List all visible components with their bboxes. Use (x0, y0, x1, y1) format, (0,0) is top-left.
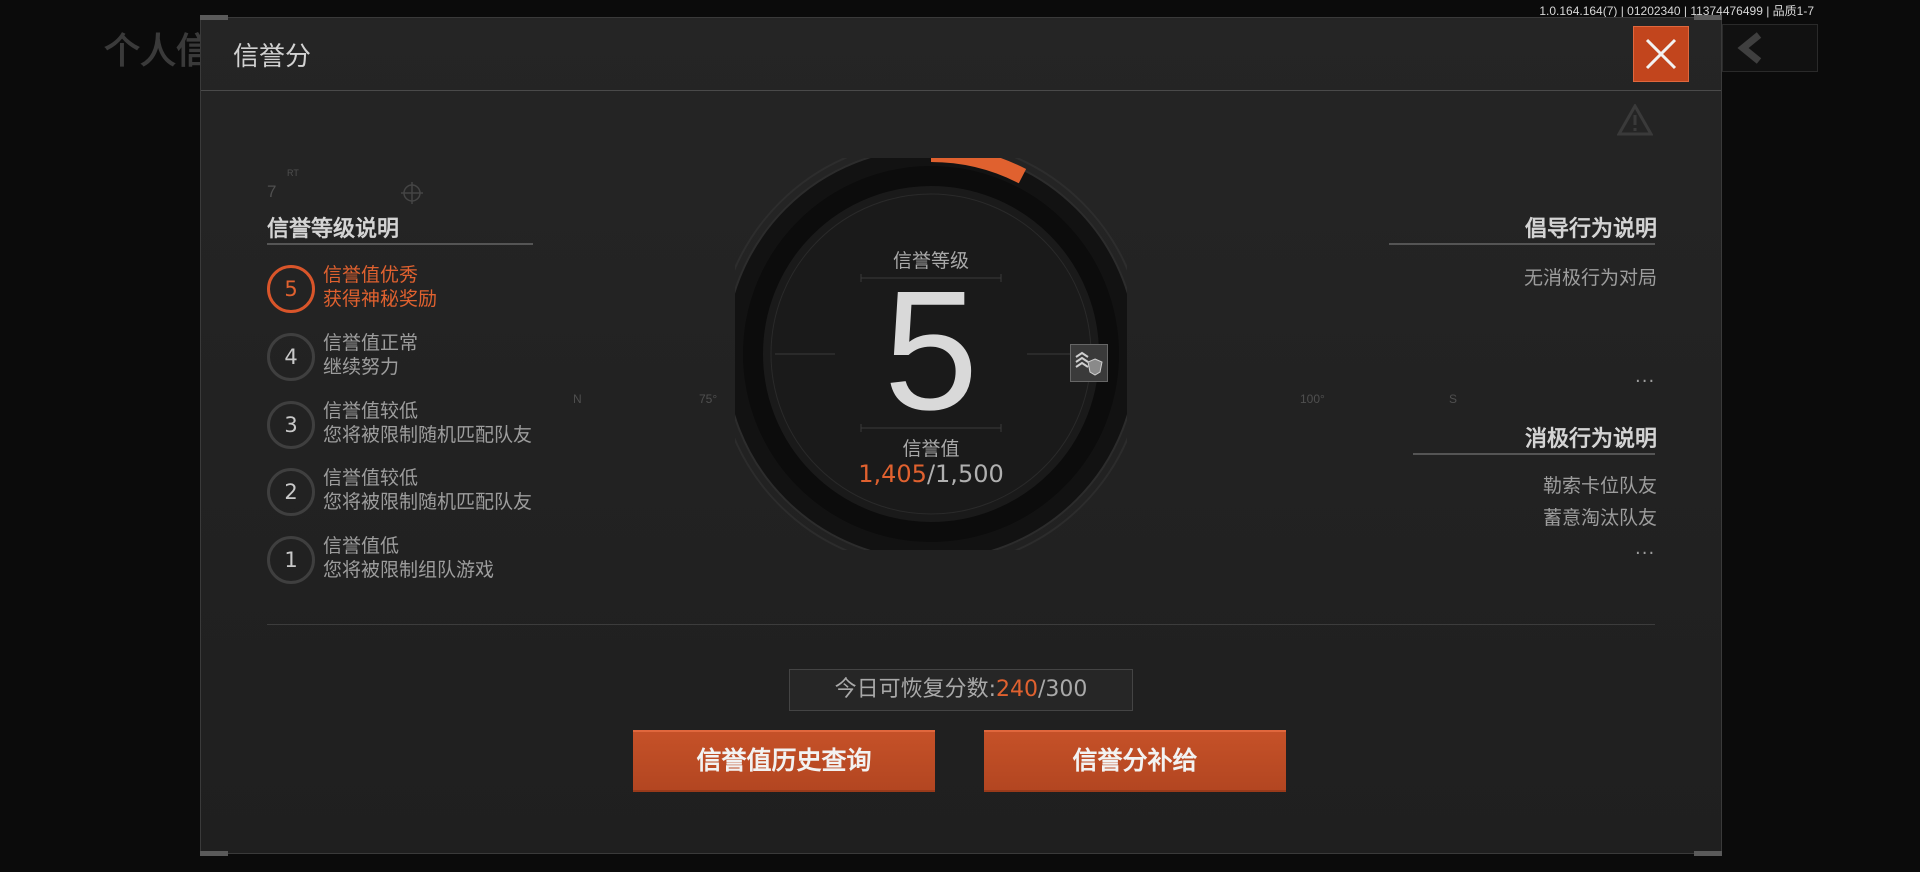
level-section-title: 信誉等级说明 (267, 217, 400, 242)
background-page-title: 个人信 (104, 31, 213, 72)
level-number-circle: 4 (267, 333, 315, 381)
credit-level-number: 5 (883, 256, 979, 446)
rank-badge-icon (1070, 344, 1108, 382)
credit-dial: 信誉等级 5 信誉值 1,405/1,500 (735, 158, 1127, 550)
chevron-left-icon (1737, 32, 1762, 64)
level-title: 信誉值正常 (323, 332, 419, 354)
credit-score-modal: 信誉分 7 RT N 75° 100° S 信誉等级说明 5 信誉值优秀 获得神… (200, 15, 1722, 856)
corner-number: 7 (267, 182, 277, 201)
credit-value-current: 1,405 (858, 460, 927, 488)
level-effect: 您将被限制随机匹配队友 (323, 491, 533, 513)
level-title: 信誉值较低 (323, 467, 419, 489)
level-description: 信誉值低 您将被限制组队游戏 (323, 534, 494, 582)
modal-header: 信誉分 (201, 18, 1721, 91)
level-number-circle: 1 (267, 536, 315, 584)
value-label: 信誉值 (902, 438, 960, 460)
level-item: 3 信誉值较低 您将被限制随机匹配队友 (267, 399, 587, 455)
level-effect: 您将被限制随机匹配队友 (323, 424, 533, 446)
recovery-current: 240 (996, 677, 1038, 702)
level-effect: 继续努力 (323, 356, 400, 378)
credit-history-button[interactable]: 信誉值历史查询 (633, 730, 935, 792)
corner-decor (200, 851, 228, 856)
level-item: 2 信誉值较低 您将被限制随机匹配队友 (267, 466, 587, 522)
level-number-circle: 5 (267, 265, 315, 313)
level-effect: 您将被限制组队游戏 (323, 559, 495, 581)
negative-section-underline (1413, 453, 1655, 455)
compass-label: 100° (1300, 392, 1325, 406)
level-description: 信誉值优秀 获得神秘奖励 (323, 263, 437, 311)
credit-supply-button[interactable]: 信誉分补给 (984, 730, 1286, 792)
crosshair-icon (401, 182, 423, 204)
positive-more[interactable]: ... (1635, 366, 1655, 387)
negative-behavior-item: 蓄意淘汰队友 (1542, 507, 1657, 529)
negative-behavior-item: 勒索卡位队友 (1542, 475, 1657, 497)
level-description: 信誉值较低 您将被限制随机匹配队友 (323, 399, 532, 447)
level-number-circle: 3 (267, 401, 315, 449)
level-title: 信誉值较低 (323, 400, 419, 422)
positive-section-underline (1389, 243, 1655, 245)
level-item: 5 信誉值优秀 获得神秘奖励 (267, 263, 587, 319)
credit-value: 1,405/1,500 (735, 460, 1127, 488)
content-divider (267, 624, 1655, 625)
positive-section-title: 倡导行为说明 (1524, 217, 1657, 242)
level-item: 1 信誉值低 您将被限制组队游戏 (267, 534, 587, 590)
level-title: 信誉值低 (323, 535, 400, 557)
level-title: 信誉值优秀 (323, 264, 419, 286)
positive-behavior-item: 无消极行为对局 (1523, 267, 1657, 289)
warning-icon (1617, 104, 1653, 136)
level-section-underline (267, 243, 533, 245)
level-description: 信誉值较低 您将被限制随机匹配队友 (323, 466, 532, 514)
recovery-label: 今日可恢复分数: (834, 677, 996, 702)
modal-title: 信誉分 (233, 42, 312, 72)
back-button[interactable] (1722, 24, 1818, 72)
negative-more[interactable]: ... (1635, 538, 1655, 559)
compass-label: 75° (699, 392, 718, 406)
close-icon (1645, 38, 1677, 70)
close-button[interactable] (1633, 26, 1689, 82)
level-description: 信誉值正常 继续努力 (323, 331, 418, 379)
level-item: 4 信誉值正常 继续努力 (267, 331, 587, 387)
corner-superscript: RT (287, 168, 299, 178)
daily-recovery-info: 今日可恢复分数:240/300 (789, 669, 1133, 711)
level-number-circle: 2 (267, 468, 315, 516)
compass-label: S (1449, 392, 1458, 406)
recovery-max: /300 (1038, 677, 1088, 702)
negative-section-title: 消极行为说明 (1524, 427, 1657, 452)
credit-value-max: /1,500 (926, 460, 1004, 488)
level-effect: 获得神秘奖励 (323, 288, 438, 310)
corner-decor (1694, 851, 1722, 856)
